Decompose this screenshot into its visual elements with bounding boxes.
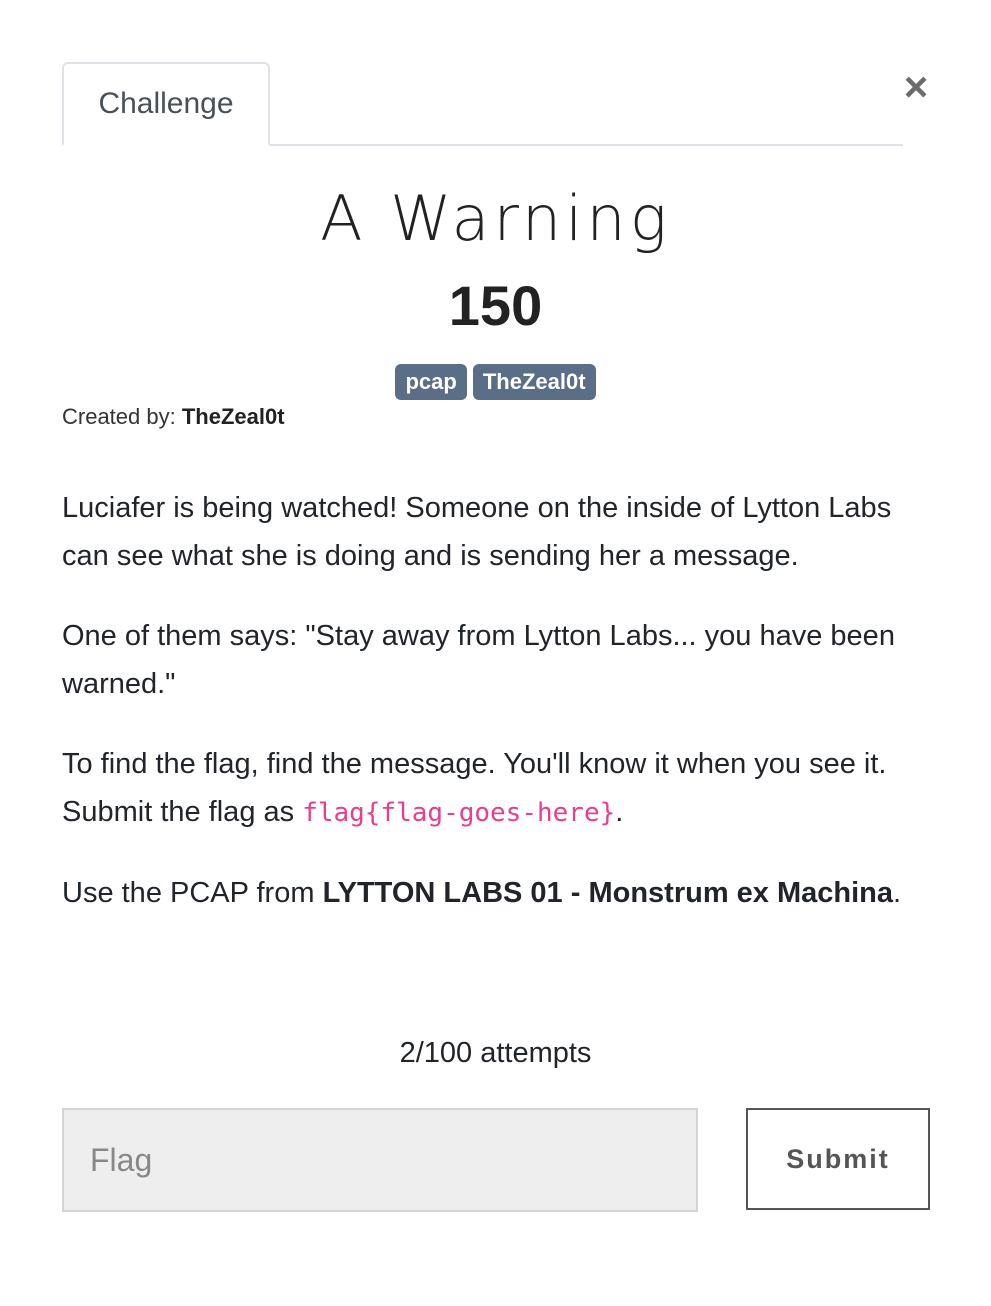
challenge-title: A Warning (320, 182, 671, 255)
tag-list: pcap TheZeal0t (0, 364, 991, 400)
description-text: . (615, 796, 624, 828)
challenge-points: 150 (448, 274, 543, 337)
created-by-label: Created by: (62, 404, 176, 429)
description-paragraph: Use the PCAP from LYTTON LABS 01 - Monst… (62, 869, 922, 917)
tag-badge: TheZeal0t (472, 364, 596, 400)
description-paragraph: To find the flag, find the message. You'… (62, 740, 922, 837)
flag-format-code: flag{flag-goes-here} (302, 798, 616, 828)
description-paragraph: One of them says: "Stay away from Lytton… (62, 620, 895, 700)
challenge-description: Luciafer is being watched! Someone on th… (62, 484, 922, 949)
description-text: . (893, 877, 902, 909)
description-text: Use the PCAP from (62, 877, 323, 909)
challenge-modal: Challenge × A Warning 150 pcap TheZeal0t… (0, 0, 991, 1306)
tab-challenge-label: Challenge (98, 87, 234, 120)
tab-bar: Challenge (62, 62, 903, 146)
submit-button[interactable]: Submit (746, 1108, 930, 1210)
created-by: Created by: TheZeal0t (62, 402, 285, 432)
flag-input[interactable] (62, 1108, 698, 1212)
close-icon[interactable]: × (898, 64, 934, 110)
referenced-challenge: LYTTON LABS 01 - Monstrum ex Machina (322, 877, 894, 909)
tag-badge: pcap (395, 364, 467, 400)
description-paragraph: Luciafer is being watched! Someone on th… (62, 492, 892, 572)
author-name: TheZeal0t (181, 404, 285, 429)
attempts-counter: 2/100 attempts (399, 1037, 592, 1069)
tab-challenge[interactable]: Challenge (62, 62, 270, 146)
